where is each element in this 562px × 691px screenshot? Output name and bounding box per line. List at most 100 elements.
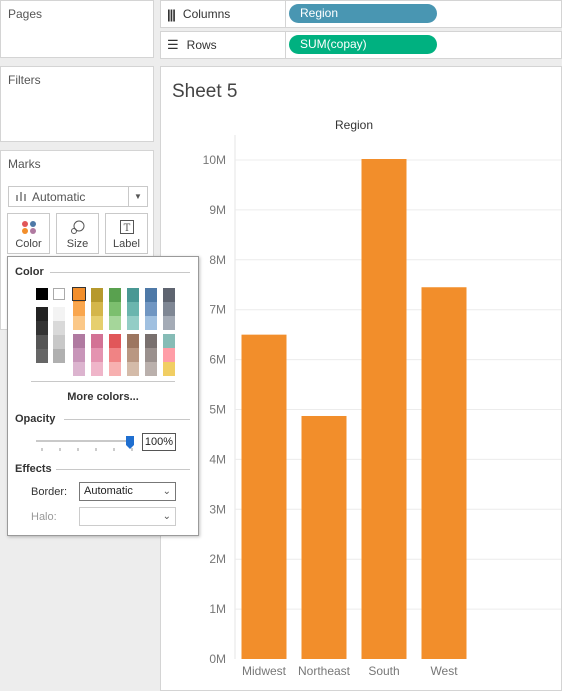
color-swatch[interactable] xyxy=(145,316,157,330)
color-swatch[interactable] xyxy=(163,316,175,330)
border-select[interactable]: Automatic ⌄ xyxy=(79,482,176,501)
color-swatch[interactable] xyxy=(163,362,175,376)
y-tick-label: 10M xyxy=(203,153,226,167)
label-button[interactable]: T Label xyxy=(105,213,148,254)
color-swatch[interactable] xyxy=(53,307,65,321)
pages-panel: Pages xyxy=(0,0,154,58)
color-swatch[interactable] xyxy=(163,348,175,362)
rows-icon: ☰ xyxy=(167,37,179,52)
filters-panel[interactable]: Filters xyxy=(0,66,154,142)
color-swatch[interactable] xyxy=(53,349,65,363)
x-tick-label: Midwest xyxy=(242,664,287,678)
bar[interactable] xyxy=(361,159,407,659)
rows-shelf[interactable]: ☰ Rows SUM(copay) xyxy=(160,31,562,59)
color-swatch[interactable] xyxy=(91,316,103,330)
bar-chart: Region 0M 1M 2M 3M 4M 5M 6M 7M 8M 9M 10M Midwest Nort… xyxy=(203,118,561,678)
color-swatch[interactable] xyxy=(109,334,121,348)
columns-shelf-label: ||| Columns xyxy=(161,1,286,27)
columns-label: Columns xyxy=(182,7,231,21)
opacity-slider[interactable] xyxy=(34,435,134,453)
columns-shelf[interactable]: ||| Columns Region xyxy=(160,0,562,28)
region-pill[interactable]: Region xyxy=(289,4,437,23)
y-tick-label: 9M xyxy=(209,203,226,217)
rows-label: Rows xyxy=(186,38,217,52)
color-section-title: Color xyxy=(15,266,44,278)
sum-copay-pill[interactable]: SUM(copay) xyxy=(289,35,437,54)
color-swatch[interactable] xyxy=(127,362,139,376)
size-icon xyxy=(70,220,84,234)
opacity-input[interactable]: 100% xyxy=(142,433,176,451)
color-swatch[interactable] xyxy=(36,307,48,321)
color-swatch[interactable] xyxy=(73,302,85,316)
color-swatch[interactable] xyxy=(91,362,103,376)
border-value: Automatic xyxy=(84,485,133,497)
color-popup: Color More colors... Opacity 100% Effect… xyxy=(7,256,199,536)
divider xyxy=(50,272,190,273)
color-swatch[interactable] xyxy=(53,321,65,335)
color-swatch[interactable] xyxy=(145,362,157,376)
bar[interactable] xyxy=(241,334,287,659)
pages-title: Pages xyxy=(8,7,43,21)
color-swatch[interactable] xyxy=(36,349,48,363)
divider xyxy=(31,381,175,382)
color-swatch[interactable] xyxy=(73,334,85,348)
color-swatch[interactable] xyxy=(163,288,175,302)
y-tick-label: 4M xyxy=(209,452,226,466)
color-swatch[interactable] xyxy=(53,288,65,300)
chevron-down-icon[interactable]: ▼ xyxy=(128,187,147,206)
label-button-label: Label xyxy=(113,238,140,250)
color-swatch[interactable] xyxy=(127,348,139,362)
color-swatch[interactable] xyxy=(109,288,121,302)
color-swatch[interactable] xyxy=(145,334,157,348)
halo-label: Halo: xyxy=(31,511,57,523)
color-swatch[interactable] xyxy=(36,288,48,300)
color-swatch[interactable] xyxy=(145,288,157,302)
mark-type-dropdown[interactable]: Automatic ▼ xyxy=(8,186,148,207)
color-swatch[interactable] xyxy=(145,348,157,362)
y-tick-label: 0M xyxy=(209,652,226,666)
color-swatch[interactable] xyxy=(36,335,48,349)
divider xyxy=(56,469,190,470)
marks-title: Marks xyxy=(8,157,41,171)
y-tick-label: 1M xyxy=(209,602,226,616)
color-swatch[interactable] xyxy=(109,302,121,316)
y-tick-label: 2M xyxy=(209,552,226,566)
x-tick-label: West xyxy=(430,664,458,678)
color-swatch[interactable] xyxy=(109,316,121,330)
chart-header-title: Region xyxy=(335,118,373,132)
y-tick-label: 8M xyxy=(209,253,226,267)
color-swatch[interactable] xyxy=(91,334,103,348)
chevron-down-icon: ⌄ xyxy=(162,486,171,497)
color-swatch[interactable] xyxy=(73,348,85,362)
bar[interactable] xyxy=(301,415,347,659)
color-swatch[interactable] xyxy=(127,334,139,348)
halo-select: ⌄ xyxy=(79,507,176,526)
size-button[interactable]: Size xyxy=(56,213,99,254)
color-swatch[interactable] xyxy=(91,348,103,362)
opacity-section-title: Opacity xyxy=(15,413,56,425)
color-swatch[interactable] xyxy=(91,302,103,316)
x-tick-label: South xyxy=(368,664,399,678)
more-colors-link[interactable]: More colors... xyxy=(8,391,198,403)
y-tick-label: 6M xyxy=(209,353,226,367)
color-swatch[interactable] xyxy=(109,348,121,362)
color-swatch[interactable] xyxy=(127,288,139,302)
color-swatch[interactable] xyxy=(73,316,85,330)
color-swatch[interactable] xyxy=(127,316,139,330)
sheet-view: Sheet 5 Region 0M 1M 2M 3M 4M 5M 6M 7M 8M 9M 10M Mid… xyxy=(160,66,562,691)
color-swatch[interactable] xyxy=(127,302,139,316)
x-tick-label: Northeast xyxy=(298,664,351,678)
color-swatch[interactable] xyxy=(36,321,48,335)
color-swatch[interactable] xyxy=(163,334,175,348)
color-swatch[interactable] xyxy=(73,362,85,376)
color-swatch[interactable] xyxy=(163,302,175,316)
color-swatch[interactable] xyxy=(145,302,157,316)
color-swatch[interactable] xyxy=(91,288,103,302)
bar[interactable] xyxy=(421,287,467,659)
y-tick-label: 5M xyxy=(209,403,226,417)
color-button-label: Color xyxy=(15,238,42,250)
color-button[interactable]: Color xyxy=(7,213,50,254)
rows-shelf-label: ☰ Rows xyxy=(161,32,286,58)
color-swatch[interactable] xyxy=(53,335,65,349)
color-swatch[interactable] xyxy=(109,362,121,376)
